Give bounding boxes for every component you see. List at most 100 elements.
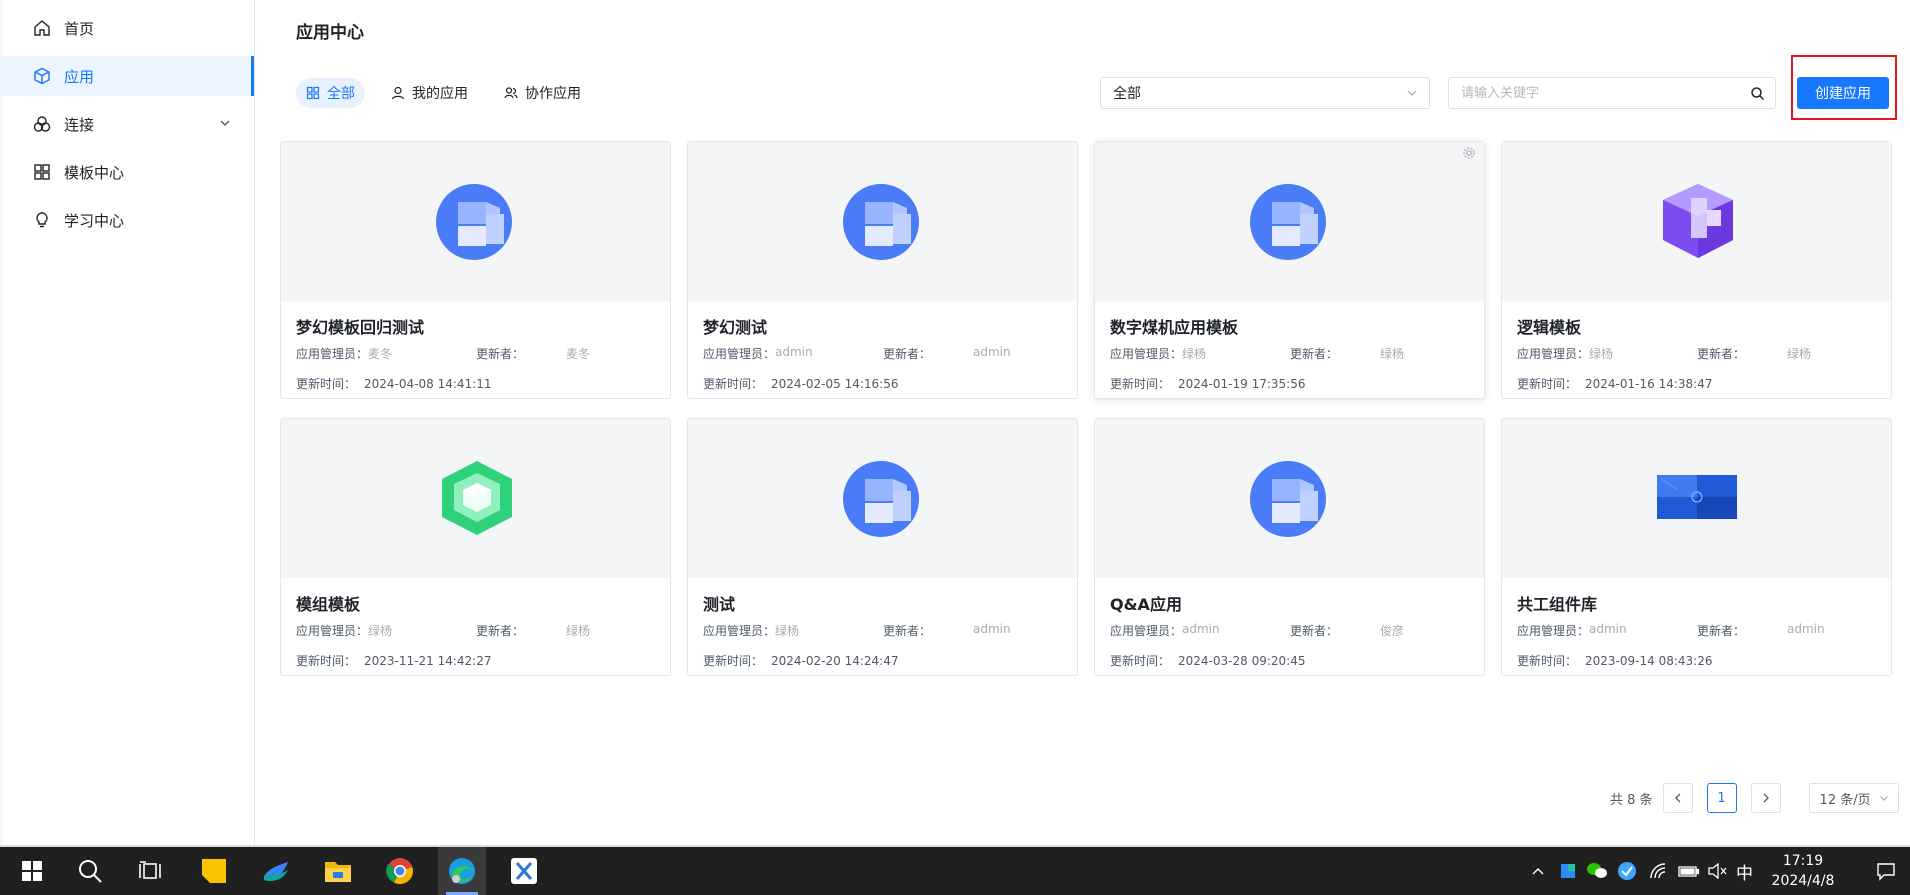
search-input[interactable]	[1449, 79, 1729, 107]
app-thumbnail	[1095, 419, 1484, 578]
bird-app-icon	[264, 862, 288, 881]
wechat-icon	[1587, 863, 1607, 878]
prev-page-button[interactable]	[1662, 783, 1693, 813]
app-banner-icon	[1657, 475, 1737, 519]
search-taskbar-button[interactable]	[66, 847, 114, 895]
tray-blue-app-icon	[1618, 862, 1636, 880]
manager-value: 绿杨	[368, 624, 393, 638]
updater-label: 更新者：	[883, 624, 932, 638]
app-updated: 更新时间： 2024-04-08 14:41:11	[296, 375, 491, 392]
ime-indicator[interactable]: 中	[1736, 859, 1753, 884]
wifi-icon	[1650, 863, 1666, 879]
tray-volume[interactable]	[1704, 847, 1730, 895]
chevron-down-icon	[1405, 86, 1419, 100]
tab-label: 全部	[327, 86, 355, 102]
task-view-button[interactable]	[126, 847, 174, 895]
manager-label: 应用管理员：	[703, 347, 776, 361]
updater-value: 绿杨	[566, 624, 591, 638]
taskbar-app-explorer[interactable]	[314, 847, 362, 895]
search-box	[1448, 77, 1776, 109]
manager-value: admin	[1589, 622, 1627, 636]
grid-icon	[306, 86, 320, 100]
tray-battery[interactable]	[1676, 847, 1702, 895]
tray-overflow-button[interactable]	[1526, 847, 1550, 895]
page-number-button[interactable]: 1	[1706, 783, 1737, 813]
filter-tabs: 全部 我的应用 协作应用	[296, 78, 607, 108]
sidebar-item-connect[interactable]: 连接	[0, 104, 254, 144]
app-updated: 更新时间： 2023-11-21 14:42:27	[296, 652, 491, 669]
tray-app-2[interactable]	[1614, 847, 1640, 895]
sidebar-item-learning[interactable]: 学习中心	[0, 200, 254, 240]
folder-icon	[325, 862, 351, 882]
windows-icon	[22, 861, 42, 881]
sidebar-item-label: 模板中心	[64, 163, 125, 182]
app-card[interactable]: 梦幻测试 应用管理员： admin 更新者： admin 更新时间： 2024-02-…	[687, 141, 1078, 399]
pagination: 共 8 条 1 12 条/页	[1610, 782, 1899, 814]
app-card[interactable]: Q&A应用 应用管理员： admin 更新者： 俊彦 更新时间： 2024-03-28…	[1094, 418, 1485, 676]
tab-collab-apps[interactable]: 协作应用	[494, 78, 591, 108]
tab-all[interactable]: 全部	[296, 78, 365, 108]
tray-app-1[interactable]	[1556, 847, 1580, 895]
search-icon[interactable]	[1750, 86, 1765, 101]
time-label: 更新时间：	[703, 654, 764, 668]
app-meta: 应用管理员： admin 更新者： admin	[703, 345, 1063, 362]
app-updated: 更新时间： 2024-01-19 17:35:56	[1110, 375, 1305, 392]
cube-icon	[32, 66, 52, 86]
page-size-select[interactable]: 12 条/页	[1808, 783, 1899, 813]
app-card[interactable]: 数字煤机应用模板 应用管理员： 绿杨 更新者： 绿杨 更新时间： 2024-01-19…	[1094, 141, 1485, 399]
tab-my-apps[interactable]: 我的应用	[381, 78, 478, 108]
clock-date: 2024/4/8	[1771, 873, 1835, 889]
updater-label: 更新者：	[1290, 347, 1339, 361]
updater-value: admin	[973, 345, 1011, 359]
bulb-icon	[32, 210, 52, 230]
taskbar-app-notes[interactable]	[190, 847, 238, 895]
category-select[interactable]: 全部	[1100, 77, 1430, 109]
app-meta: 应用管理员： 绿杨 更新者： 绿杨	[1517, 345, 1877, 362]
sidebar-item-home[interactable]: 首页	[0, 8, 254, 48]
app-card[interactable]: 逻辑模板 应用管理员： 绿杨 更新者： 绿杨 更新时间： 2024-01-16 14:…	[1501, 141, 1892, 399]
tray-wechat[interactable]	[1584, 847, 1610, 895]
clock[interactable]: 17:19 2024/4/8	[1758, 851, 1848, 891]
sidebar-item-apps[interactable]: 应用	[0, 56, 254, 96]
manager-value: admin	[775, 345, 813, 359]
time-value: 2024-02-20 14:24:47	[771, 654, 899, 668]
app-card[interactable]: 共工组件库 应用管理员： admin 更新者： admin 更新时间： 2023-09…	[1501, 418, 1892, 676]
create-app-button[interactable]: 创建应用	[1797, 77, 1889, 109]
taskbar-app-x[interactable]	[500, 847, 548, 895]
time-value: 2024-01-19 17:35:56	[1178, 377, 1306, 391]
app-thumbnail	[688, 419, 1077, 578]
taskbar-app-chrome[interactable]	[376, 847, 424, 895]
app-card[interactable]: 梦幻模板回归测试 应用管理员： 麦冬 更新者： 麦冬 更新时间： 2024-04-08…	[280, 141, 671, 399]
start-button[interactable]	[8, 847, 56, 895]
updater-label: 更新者：	[1290, 624, 1339, 638]
notification-button[interactable]	[1866, 847, 1906, 895]
sidebar: 首页 应用 连接 模板中心 学习中心	[0, 0, 255, 845]
tray-network[interactable]	[1646, 847, 1672, 895]
edge-icon	[449, 858, 475, 884]
taskbar-app-edge[interactable]	[438, 847, 486, 895]
manager-label: 应用管理员：	[1110, 624, 1183, 638]
app-purple-cube-icon	[1663, 184, 1733, 258]
next-page-button[interactable]	[1750, 783, 1781, 813]
chevron-down-icon[interactable]	[218, 116, 234, 132]
app-card[interactable]: 测试 应用管理员： 绿杨 更新者： admin 更新时间： 2024-02-20 14…	[687, 418, 1078, 676]
updater-label: 更新者：	[476, 347, 525, 361]
taskbar-app-feishu[interactable]	[252, 847, 300, 895]
app-name: 梦幻模板回归测试	[296, 318, 425, 337]
app-name: 测试	[703, 595, 736, 614]
app-updated: 更新时间： 2024-01-16 14:38:47	[1517, 375, 1712, 392]
app-name: 共工组件库	[1517, 595, 1598, 614]
app-thumbnail	[1502, 419, 1891, 578]
updater-label: 更新者：	[476, 624, 525, 638]
sidebar-item-label: 学习中心	[64, 211, 125, 230]
app-meta: 应用管理员： 绿杨 更新者： 绿杨	[1110, 345, 1470, 362]
grid-icon	[32, 162, 52, 182]
sidebar-item-templates[interactable]: 模板中心	[0, 152, 254, 192]
gear-icon[interactable]	[1462, 146, 1476, 160]
app-card[interactable]: 模组模板 应用管理员： 绿杨 更新者： 绿杨 更新时间： 2023-11-21 14:…	[280, 418, 671, 676]
battery-icon	[1678, 866, 1700, 877]
app-thumbnail	[688, 142, 1077, 301]
app-updated: 更新时间： 2024-03-28 09:20:45	[1110, 652, 1305, 669]
time-value: 2023-09-14 08:43:26	[1585, 654, 1713, 668]
sticky-notes-icon	[202, 859, 226, 883]
